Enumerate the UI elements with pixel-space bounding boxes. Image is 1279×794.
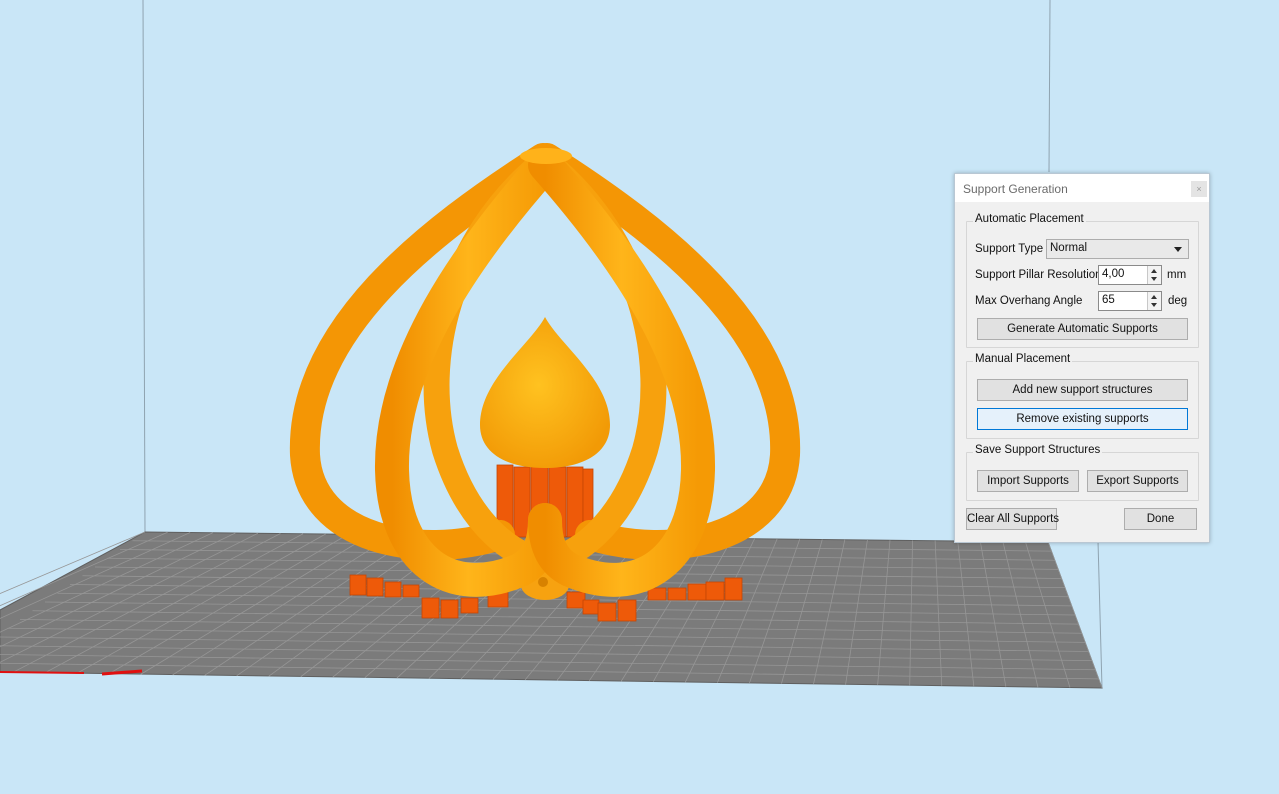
build-volume-edge: [142, 0, 146, 533]
arrow-up-icon[interactable]: [1151, 269, 1157, 273]
done-button[interactable]: Done: [1124, 508, 1197, 530]
build-volume-edge: [1097, 540, 1103, 689]
save-support-structures-group: Save Support Structures Import Supports …: [966, 444, 1199, 501]
3d-model[interactable]: [289, 143, 801, 600]
x-axis-indicator: [0, 671, 85, 674]
build-volume-edge: [1048, 0, 1051, 173]
generate-automatic-supports-button[interactable]: Generate Automatic Supports: [977, 318, 1188, 340]
arrow-down-icon[interactable]: [1151, 303, 1157, 307]
overhang-angle-value: 65: [1102, 294, 1115, 306]
chevron-down-icon: [1174, 247, 1182, 252]
overhang-angle-unit: deg: [1168, 295, 1188, 307]
dialog-title: Support Generation: [963, 182, 1068, 196]
clear-all-supports-button[interactable]: Clear All Supports: [966, 508, 1059, 530]
pillar-resolution-unit: mm: [1167, 269, 1187, 281]
support-type-label: Support Type: [975, 243, 1044, 255]
overhang-angle-label: Max Overhang Angle: [975, 295, 1083, 307]
support-generation-dialog: Support Generation × Automatic Placement…: [954, 173, 1210, 543]
close-icon[interactable]: ×: [1191, 181, 1207, 197]
manual-placement-group: Manual Placement Add new support structu…: [966, 353, 1199, 439]
automatic-placement-title: Automatic Placement: [973, 213, 1086, 225]
pillar-resolution-label: Support Pillar Resolution: [975, 269, 1102, 281]
pillar-resolution-stepper[interactable]: [1147, 266, 1161, 284]
save-support-structures-title: Save Support Structures: [973, 444, 1103, 456]
arrow-up-icon[interactable]: [1151, 295, 1157, 299]
overhang-angle-stepper[interactable]: [1147, 292, 1161, 310]
manual-placement-title: Manual Placement: [973, 353, 1073, 365]
add-support-structures-button[interactable]: Add new support structures: [977, 379, 1188, 401]
pillar-resolution-spinbox[interactable]: 4,00: [1098, 265, 1162, 285]
remove-existing-supports-button[interactable]: Remove existing supports: [977, 408, 1188, 430]
dialog-titlebar[interactable]: Support Generation ×: [955, 174, 1209, 202]
pillar-resolution-value: 4,00: [1102, 268, 1125, 280]
automatic-placement-group: Automatic Placement Support Type Normal …: [966, 213, 1199, 348]
support-type-value: Normal: [1050, 242, 1088, 254]
overhang-angle-spinbox[interactable]: 65: [1098, 291, 1162, 311]
arrow-down-icon[interactable]: [1151, 277, 1157, 281]
import-supports-button[interactable]: Import Supports: [977, 470, 1079, 492]
support-type-select[interactable]: Normal: [1046, 239, 1189, 259]
export-supports-button[interactable]: Export Supports: [1087, 470, 1188, 492]
